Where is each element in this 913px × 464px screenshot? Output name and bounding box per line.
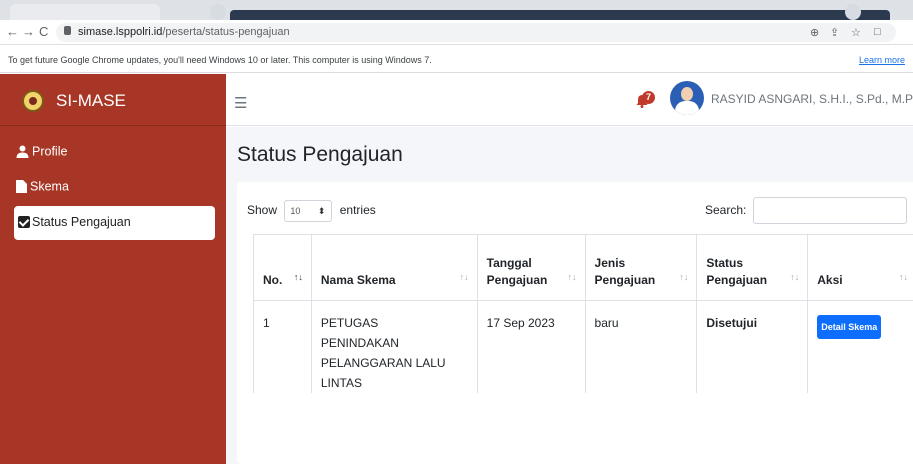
length-control: Show 10 ⬍ entries — [247, 200, 376, 222]
select-caret-icon: ⬍ — [317, 206, 326, 216]
show-label: Show — [247, 203, 278, 218]
cell-jenis: baru — [584, 300, 698, 393]
share-icon[interactable]: ⇪ — [830, 26, 839, 39]
sort-icon: ↑↓ — [293, 272, 303, 282]
tab-close-icon[interactable] — [210, 4, 226, 20]
sidebar-item-label: Profile — [32, 144, 68, 159]
user-name[interactable]: RASYID ASNGARI, S.H.I., S.Pd., M.Pd. — [711, 92, 913, 106]
window-title-area — [230, 10, 890, 20]
header-status-pengajuan[interactable]: Status Pengajuan ↑↓ — [696, 234, 809, 301]
url-input[interactable]: simase.lsppolri.id/peserta/status-pengaj… — [56, 23, 896, 42]
file-icon — [16, 180, 27, 194]
search-label: Search: — [705, 203, 747, 217]
browser-tab[interactable] — [10, 4, 160, 20]
browser-tab-strip — [0, 0, 913, 20]
entries-select[interactable]: 10 ⬍ — [284, 200, 333, 222]
sort-icon: ↑↓ — [679, 272, 689, 282]
sidebar: SI-MASE Profile Skema Status Pengajuan — [0, 74, 226, 464]
update-infobar: To get future Google Chrome updates, you… — [0, 46, 913, 73]
table-row: 1 PETUGAS PENINDAKAN PELANGGARAN LALU LI… — [253, 300, 913, 393]
sidebar-item-status-pengajuan[interactable]: Status Pengajuan — [14, 206, 215, 240]
table-card: Show 10 ⬍ entries Search: No. ↑↓ Nama Skem… — [237, 182, 913, 464]
entries-label: entries — [339, 203, 376, 218]
header-nama-skema[interactable]: Nama Skema ↑↓ — [310, 234, 478, 301]
brand[interactable]: SI-MASE — [0, 74, 226, 126]
menu-toggle-icon[interactable]: ☰ — [234, 94, 247, 112]
detail-skema-button[interactable]: Detail Skema — [817, 315, 882, 339]
sort-icon: ↑↓ — [567, 272, 577, 282]
url-host: simase.lsppolri.id — [78, 26, 163, 38]
brand-name: SI-MASE — [56, 91, 126, 110]
learn-more-link[interactable]: Learn more — [859, 55, 905, 65]
cell-tanggal: 17 Sep 2023 — [476, 300, 586, 393]
table-header-row: No. ↑↓ Nama Skema ↑↓ Tanggal Pengajuan ↑↓ J… — [253, 234, 913, 301]
lock-icon[interactable] — [64, 26, 71, 35]
user-icon — [16, 145, 29, 159]
avatar[interactable] — [670, 81, 704, 115]
cell-status: Disetujui — [696, 300, 809, 393]
header-jenis-pengajuan[interactable]: Jenis Pengajuan ↑↓ — [584, 234, 698, 301]
sort-icon: ↑↓ — [459, 272, 469, 282]
entries-value: 10 — [290, 206, 301, 216]
page-title: Status Pengajuan — [237, 143, 403, 166]
profile-icon[interactable] — [845, 4, 861, 20]
top-navbar: ☰ 7 RASYID ASNGARI, S.H.I., S.Pd., M.Pd. — [226, 74, 913, 126]
sidebar-item-label: Skema — [30, 179, 69, 194]
cell-nama-skema: PETUGAS PENINDAKAN PELANGGARAN LALU LINT… — [310, 300, 478, 393]
status-table: No. ↑↓ Nama Skema ↑↓ Tanggal Pengajuan ↑↓ J… — [253, 234, 913, 393]
header-aksi[interactable]: Aksi ↑↓ — [807, 234, 913, 301]
header-tanggal-pengajuan[interactable]: Tanggal Pengajuan ↑↓ — [476, 234, 586, 301]
sidebar-item-label: Status Pengajuan — [32, 215, 131, 229]
header-no[interactable]: No. ↑↓ — [253, 234, 312, 301]
check-square-icon — [18, 216, 30, 228]
notification-badge: 7 — [642, 91, 655, 104]
main-content: Status Pengajuan Show 10 ⬍ entries Search… — [226, 127, 913, 464]
sidebar-item-profile[interactable]: Profile — [16, 144, 67, 166]
address-bar: ← → C simase.lsppolri.id/peserta/status-… — [0, 20, 913, 45]
sort-icon: ↑↓ — [899, 272, 908, 282]
reload-icon[interactable]: C — [39, 24, 48, 39]
zoom-icon[interactable]: ⊕ — [810, 26, 819, 39]
back-icon[interactable]: ← — [6, 24, 19, 39]
forward-icon[interactable]: → — [22, 24, 35, 39]
status-value: Disetujui — [706, 316, 758, 330]
search-input[interactable] — [753, 197, 907, 224]
logo-icon — [22, 90, 44, 112]
url-path: /peserta/status-pengajuan — [162, 26, 290, 38]
sidepanel-icon[interactable]: □ — [874, 26, 881, 38]
sidebar-item-skema[interactable]: Skema — [16, 179, 69, 201]
bookmark-star-icon[interactable]: ☆ — [851, 26, 861, 39]
sort-icon: ↑↓ — [790, 272, 800, 282]
cell-no: 1 — [253, 300, 312, 393]
update-message: To get future Google Chrome updates, you… — [8, 55, 432, 65]
cell-aksi: Detail Skema — [807, 300, 913, 393]
